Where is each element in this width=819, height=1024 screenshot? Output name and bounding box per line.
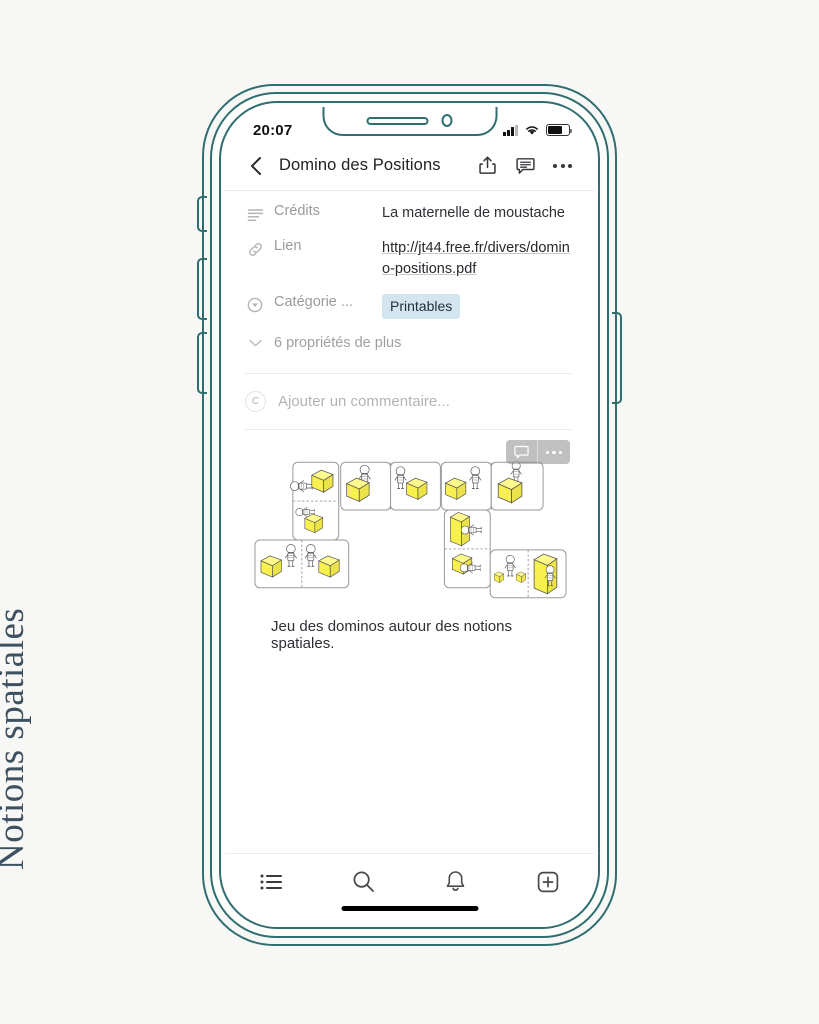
plus-box-icon	[537, 871, 559, 892]
volume-down-button[interactable]	[197, 332, 207, 394]
share-icon[interactable]	[477, 155, 498, 176]
tab-home[interactable]	[225, 873, 317, 905]
comment-input-placeholder[interactable]: Ajouter un commentaire...	[278, 393, 450, 410]
property-label: Lien	[274, 238, 302, 255]
property-value: La maternelle de moustache	[382, 205, 565, 221]
property-value-link[interactable]: http://jt44.free.fr/divers/domino-positi…	[382, 238, 572, 280]
comment-icon[interactable]	[515, 155, 536, 176]
volume-up-button[interactable]	[197, 258, 207, 320]
app-header: Domino des Positions	[225, 145, 594, 190]
list-icon	[260, 874, 282, 889]
front-camera-icon	[441, 114, 453, 127]
chevron-down-icon	[245, 333, 265, 353]
earpiece-speaker-icon	[366, 116, 429, 125]
property-row-credits[interactable]: Crédits La maternelle de moustache	[245, 203, 572, 224]
image-caption: Jeu des dominos autour des notions spati…	[271, 618, 512, 653]
image-block: Jeu des dominos autour des notions spati…	[225, 430, 594, 652]
tab-notifications[interactable]	[410, 870, 502, 907]
property-label: Catégorie ...	[274, 294, 353, 311]
mute-switch[interactable]	[197, 196, 207, 232]
more-properties-label: 6 propriétés de plus	[274, 335, 402, 352]
property-label: Crédits	[274, 203, 320, 219]
link-icon	[245, 239, 265, 259]
home-indicator	[341, 905, 478, 911]
bell-icon	[446, 871, 465, 891]
wifi-icon	[524, 124, 540, 136]
side-caption: Notions spatiales	[0, 607, 32, 870]
domino-illustration[interactable]	[249, 452, 570, 602]
tab-new[interactable]	[502, 871, 594, 907]
tab-search[interactable]	[317, 870, 409, 907]
back-chevron-icon[interactable]	[245, 156, 265, 176]
cellular-signal-icon	[503, 124, 518, 136]
more-properties-toggle[interactable]: 6 propriétés de plus	[245, 333, 572, 353]
header-actions	[477, 155, 572, 176]
status-icons	[503, 124, 573, 136]
select-icon	[245, 295, 265, 315]
more-options-icon[interactable]	[553, 160, 572, 172]
power-button[interactable]	[612, 312, 622, 404]
page-title: Domino des Positions	[279, 156, 441, 174]
properties-list: Crédits La maternelle de moustache Lien …	[225, 191, 594, 361]
more-options-icon[interactable]	[538, 440, 570, 464]
battery-icon	[546, 124, 573, 136]
avatar: C	[245, 391, 266, 413]
property-row-link[interactable]: Lien http://jt44.free.fr/divers/domino-p…	[245, 238, 572, 280]
status-time: 20:07	[253, 121, 293, 139]
phone-notch	[322, 107, 497, 136]
screenshot-root: Notions spatiales 20:07 Domino des Posit…	[0, 0, 819, 1024]
property-value-tag: Printables	[382, 294, 572, 320]
image-hover-toolbar	[505, 440, 570, 465]
comment-bubble-icon[interactable]	[506, 440, 537, 464]
phone-screen: 20:07 Domino des Positions Crédits La ma…	[225, 107, 594, 923]
search-icon	[353, 871, 374, 892]
status-badge[interactable]: Printables	[382, 294, 461, 320]
text-lines-icon	[245, 204, 265, 224]
bottom-tab-bar	[225, 853, 594, 923]
add-comment-row[interactable]: C Ajouter un commentaire...	[225, 374, 594, 429]
property-row-category[interactable]: Catégorie ... Printables	[245, 294, 572, 320]
